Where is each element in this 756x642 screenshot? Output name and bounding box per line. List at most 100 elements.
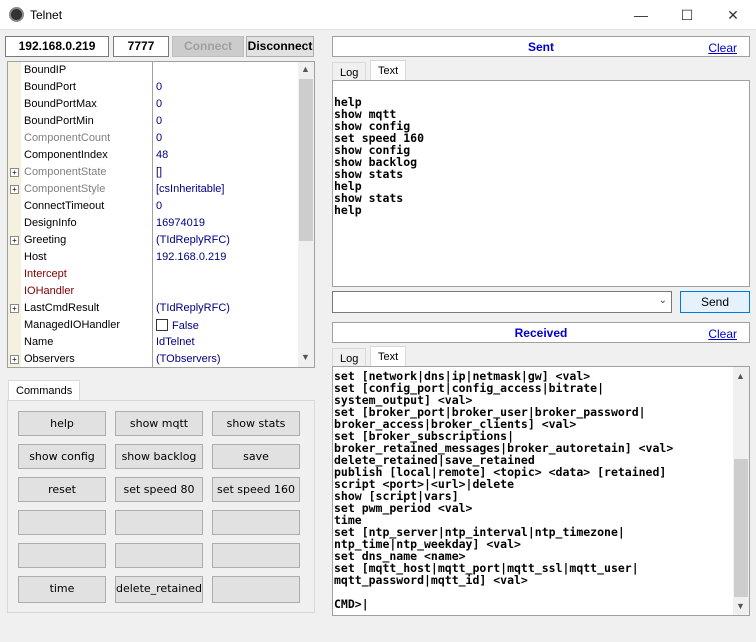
property-name: ComponentIndex <box>24 149 108 161</box>
command-button[interactable]: time <box>18 576 106 603</box>
property-row[interactable]: BoundPortMax 0 <box>8 96 298 113</box>
property-row[interactable]: BoundPort 0 <box>8 79 298 96</box>
property-value[interactable]: 16974019 <box>156 217 205 229</box>
property-row[interactable]: + Greeting (TIdReplyRFC) <box>8 232 298 249</box>
property-row[interactable]: ComponentCount 0 <box>8 130 298 147</box>
command-button[interactable]: show mqtt <box>115 411 203 436</box>
row-gutter <box>8 113 21 130</box>
property-name: LastCmdResult <box>24 302 100 314</box>
property-value[interactable]: 0 <box>156 132 162 144</box>
property-row[interactable]: + ComponentStyle [csInheritable] <box>8 181 298 198</box>
tab-commands[interactable]: Commands <box>8 380 81 401</box>
property-row[interactable]: + ComponentState [] <box>8 164 298 181</box>
row-gutter <box>8 96 21 113</box>
command-button[interactable] <box>18 543 106 568</box>
property-row[interactable]: IOHandler <box>8 283 298 300</box>
send-button[interactable]: Send <box>680 291 750 313</box>
expand-icon[interactable]: + <box>10 236 19 245</box>
property-name: Host <box>24 251 47 263</box>
command-button[interactable]: reset <box>18 477 106 502</box>
property-scrollbar[interactable]: ▲ ▼ <box>298 62 314 367</box>
command-button[interactable]: show backlog <box>115 444 203 469</box>
command-button[interactable] <box>115 543 203 568</box>
maximize-button[interactable]: ☐ <box>664 0 710 30</box>
property-row[interactable]: DesignInfo 16974019 <box>8 215 298 232</box>
property-name: Greeting <box>24 234 67 246</box>
property-row[interactable]: Name IdTelnet <box>8 334 298 351</box>
scroll-thumb[interactable] <box>299 79 313 241</box>
property-name: Intercept <box>24 268 67 280</box>
command-button[interactable] <box>212 576 300 603</box>
property-row[interactable]: ComponentIndex 48 <box>8 147 298 164</box>
command-button[interactable]: save <box>212 444 300 469</box>
property-value[interactable]: (TObservers) <box>156 353 221 365</box>
port-input[interactable]: 7777 <box>113 36 169 57</box>
property-row[interactable]: ConnectTimeout 0 <box>8 198 298 215</box>
property-row[interactable]: + LastCmdResult (TIdReplyRFC) <box>8 300 298 317</box>
command-button[interactable] <box>115 510 203 535</box>
command-button[interactable]: help <box>18 411 106 436</box>
sent-text: help show mqtt show config set speed 160… <box>334 95 425 217</box>
property-row[interactable]: ManagedIOHandler False <box>8 317 298 334</box>
chevron-down-icon[interactable]: ⌄ <box>659 295 667 306</box>
scroll-up-icon[interactable]: ▲ <box>736 371 745 381</box>
command-button[interactable]: show stats <box>212 411 300 436</box>
disconnect-button[interactable]: Disconnect <box>246 36 314 57</box>
scroll-down-icon[interactable]: ▼ <box>301 352 310 362</box>
property-value[interactable]: False <box>156 319 199 332</box>
scroll-thumb[interactable] <box>734 459 748 597</box>
received-tab-text[interactable]: Text <box>370 346 407 367</box>
command-combobox[interactable]: ⌄ <box>332 291 672 313</box>
property-name: BoundPort <box>24 81 76 93</box>
property-value[interactable]: 0 <box>156 115 162 127</box>
received-text-area[interactable]: set [network|dns|ip|netmask|gw] <val> se… <box>332 366 750 616</box>
checkbox[interactable] <box>156 319 168 331</box>
sent-clear-link[interactable]: Clear <box>708 41 737 55</box>
command-button[interactable]: set speed 80 <box>115 477 203 502</box>
received-tab-log[interactable]: Log <box>332 348 367 368</box>
command-button[interactable]: set speed 160 <box>212 477 300 502</box>
property-value[interactable]: IdTelnet <box>156 336 195 348</box>
property-value[interactable]: 0 <box>156 98 162 110</box>
row-gutter <box>8 62 21 79</box>
app-icon <box>9 7 24 22</box>
property-value[interactable]: 48 <box>156 149 168 161</box>
sent-text-area[interactable]: help show mqtt show config set speed 160… <box>332 80 750 287</box>
sent-tab-text[interactable]: Text <box>370 60 407 81</box>
property-inspector[interactable]: BoundIP BoundPort 0 BoundPortMax 0 BoundPortM… <box>7 61 315 368</box>
property-value[interactable]: [] <box>156 166 162 178</box>
property-value[interactable]: 192.168.0.219 <box>156 251 226 263</box>
expand-icon[interactable]: + <box>10 304 19 313</box>
property-row[interactable]: Intercept <box>8 266 298 283</box>
scroll-up-icon[interactable]: ▲ <box>301 64 310 74</box>
command-button[interactable]: show config <box>18 444 106 469</box>
property-value[interactable]: 0 <box>156 81 162 93</box>
command-button[interactable] <box>212 543 300 568</box>
property-name: DesignInfo <box>24 217 77 229</box>
property-value[interactable]: (TIdReplyRFC) <box>156 234 230 246</box>
host-input[interactable]: 192.168.0.219 <box>5 36 109 57</box>
property-row[interactable]: + Observers (TObservers) <box>8 351 298 367</box>
property-value[interactable]: 0 <box>156 200 162 212</box>
property-row[interactable]: BoundPortMin 0 <box>8 113 298 130</box>
column-divider[interactable] <box>152 62 153 367</box>
expand-icon[interactable]: + <box>10 185 19 194</box>
close-button[interactable]: ✕ <box>710 0 756 30</box>
minimize-button[interactable]: — <box>618 0 664 30</box>
property-value[interactable]: (TIdReplyRFC) <box>156 302 230 314</box>
property-value[interactable]: [csInheritable] <box>156 183 224 195</box>
property-row[interactable]: Host 192.168.0.219 <box>8 249 298 266</box>
received-clear-link[interactable]: Clear <box>708 327 737 341</box>
row-gutter: + <box>8 232 21 249</box>
sent-tab-log[interactable]: Log <box>332 62 367 82</box>
received-scrollbar[interactable]: ▲ ▼ <box>733 367 749 615</box>
expand-icon[interactable]: + <box>10 355 19 364</box>
scroll-down-icon[interactable]: ▼ <box>736 601 745 611</box>
connect-button[interactable]: Connect <box>172 36 244 57</box>
expand-icon[interactable]: + <box>10 168 19 177</box>
command-button[interactable] <box>18 510 106 535</box>
property-row[interactable]: BoundIP <box>8 62 298 79</box>
command-button[interactable]: delete_retained <box>115 576 203 603</box>
command-button[interactable] <box>212 510 300 535</box>
row-gutter <box>8 283 21 300</box>
